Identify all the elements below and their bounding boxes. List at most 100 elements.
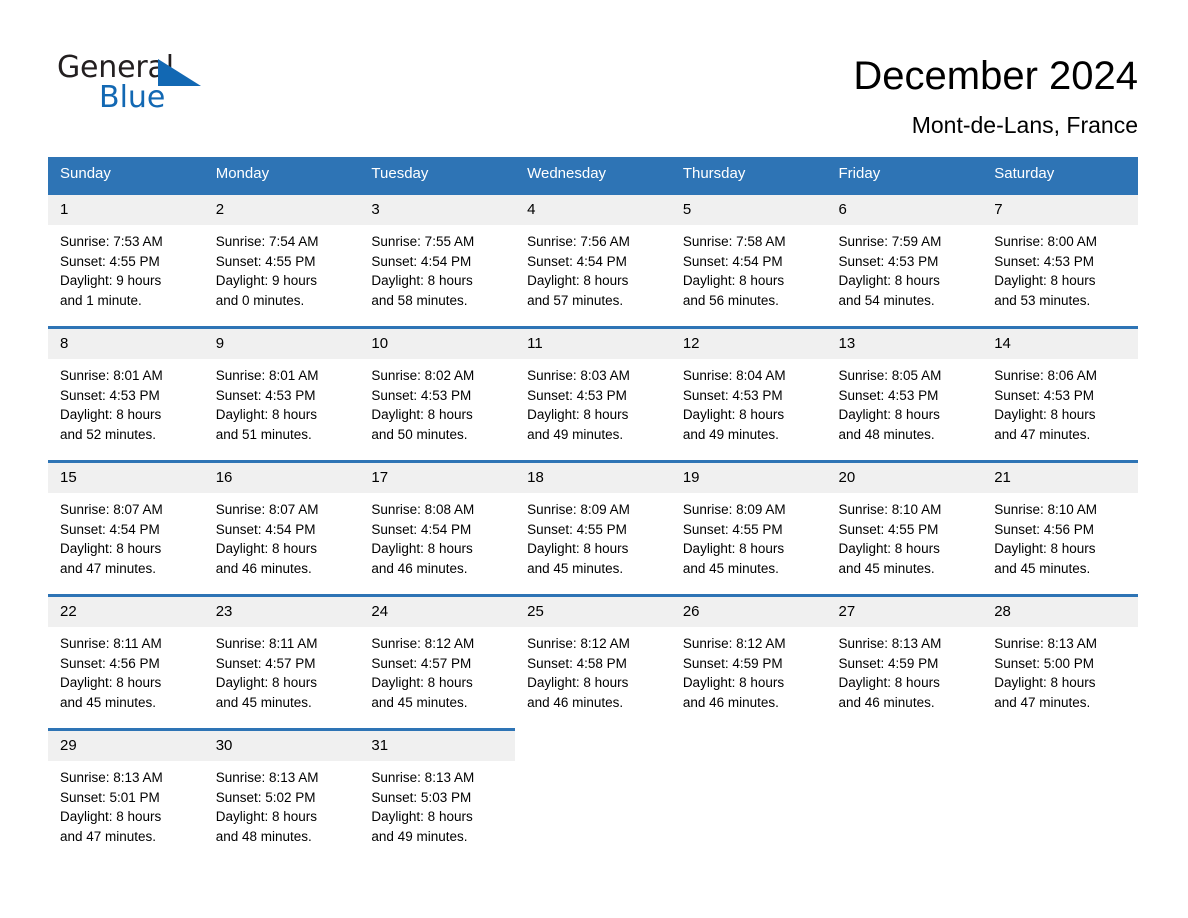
day-number: 8 <box>48 329 204 359</box>
daylight-text-line1: Daylight: 8 hours <box>215 809 318 824</box>
day-info: Sunrise: 8:13 AM Sunset: 5:03 PM Daylight:… <box>359 761 515 846</box>
daylight-text-line2: and 53 minutes. <box>994 292 1091 308</box>
calendar-day-cell[interactable]: 24 Sunrise: 8:12 AM Sunset: 4:57 PM Dayligh… <box>359 594 516 730</box>
calendar-day-cell[interactable]: 3 Sunrise: 7:55 AM Sunset: 4:54 PM Daylight… <box>359 192 516 328</box>
daylight-text-line1: Daylight: 8 hours <box>371 407 473 422</box>
daylight-text-line1: Daylight: 8 hours <box>682 273 785 288</box>
sunset-text: Sunset: 4:53 PM <box>682 387 783 403</box>
daylight-text-line2: and 46 minutes. <box>215 560 312 576</box>
day-number: 21 <box>982 463 1138 493</box>
daylight-text-line2: and 58 minutes. <box>371 292 468 308</box>
calendar-day-cell[interactable]: 22 Sunrise: 8:11 AM Sunset: 4:56 PM Dayligh… <box>48 594 204 730</box>
calendar-day-cell[interactable]: 16 Sunrise: 8:07 AM Sunset: 4:54 PM Dayligh… <box>203 460 360 596</box>
calendar-day-cell[interactable]: 14 Sunrise: 8:06 AM Sunset: 4:53 PM Dayligh… <box>982 326 1138 462</box>
calendar-day-cell[interactable]: 17 Sunrise: 8:08 AM Sunset: 4:54 PM Dayligh… <box>359 460 516 596</box>
sunrise-text: Sunrise: 8:10 AM <box>838 502 942 517</box>
sunrise-text: Sunrise: 8:01 AM <box>60 368 163 383</box>
daylight-text-line1: Daylight: 8 hours <box>527 273 629 288</box>
sunrise-text: Sunrise: 8:06 AM <box>994 368 1098 383</box>
daylight-text-line2: and 56 minutes. <box>682 292 779 308</box>
calendar-day-cell[interactable]: 21 Sunrise: 8:10 AM Sunset: 4:56 PM Dayligh… <box>982 460 1138 596</box>
daylight-text-line1: Daylight: 8 hours <box>60 675 162 690</box>
daylight-text-line2: and 54 minutes. <box>838 292 935 308</box>
daylight-text-line2: and 47 minutes. <box>994 426 1091 442</box>
day-info: Sunrise: 8:03 AM Sunset: 4:53 PM Daylight:… <box>515 359 671 444</box>
day-number: 28 <box>982 597 1138 627</box>
calendar-day-cell[interactable]: 7 Sunrise: 8:00 AM Sunset: 4:53 PM Daylight… <box>982 192 1138 328</box>
sunrise-text: Sunrise: 8:13 AM <box>215 770 319 785</box>
sunset-text: Sunset: 4:54 PM <box>215 521 316 537</box>
day-number: 24 <box>359 597 516 627</box>
calendar-table: Sunday Monday Tuesday Wednesday Thursday… <box>48 157 1138 864</box>
sunset-text: Sunset: 4:56 PM <box>60 655 160 671</box>
calendar-day-cell[interactable]: 20 Sunrise: 8:10 AM Sunset: 4:55 PM Dayligh… <box>826 460 983 596</box>
daylight-text-line1: Daylight: 8 hours <box>60 407 162 422</box>
sunset-text: Sunset: 4:54 PM <box>682 253 783 269</box>
title-block: December 2024 Mont-de-Lans, France <box>853 50 1138 140</box>
day-info: Sunrise: 8:13 AM Sunset: 5:01 PM Daylight:… <box>48 761 204 846</box>
day-info: Sunrise: 8:07 AM Sunset: 4:54 PM Daylight:… <box>48 493 204 578</box>
day-number: 23 <box>203 597 360 627</box>
calendar-day-cell[interactable]: 1 Sunrise: 7:53 AM Sunset: 4:55 PM Daylight… <box>48 192 204 328</box>
daylight-text-line1: Daylight: 8 hours <box>994 273 1096 288</box>
calendar-day-cell[interactable]: 12 Sunrise: 8:04 AM Sunset: 4:53 PM Dayligh… <box>670 326 827 462</box>
calendar-day-cell[interactable]: 8 Sunrise: 8:01 AM Sunset: 4:53 PM Daylight… <box>48 326 204 462</box>
calendar-day-cell[interactable]: 10 Sunrise: 8:02 AM Sunset: 4:53 PM Dayligh… <box>359 326 516 462</box>
day-info: Sunrise: 7:54 AM Sunset: 4:55 PM Daylight:… <box>204 225 360 310</box>
daylight-text-line1: Daylight: 9 hours <box>215 273 318 288</box>
day-number: 29 <box>48 731 204 761</box>
sunrise-text: Sunrise: 8:07 AM <box>215 502 319 517</box>
calendar-day-cell[interactable]: 2 Sunrise: 7:54 AM Sunset: 4:55 PM Daylight… <box>203 192 360 328</box>
generalblue-logo[interactable]: General Blue <box>57 50 207 118</box>
calendar-day-cell-empty <box>515 728 671 864</box>
calendar-day-cell[interactable]: 25 Sunrise: 8:12 AM Sunset: 4:58 PM Dayligh… <box>515 594 671 730</box>
sunset-text: Sunset: 4:55 PM <box>682 521 783 537</box>
day-number: 5 <box>670 195 827 225</box>
calendar-day-cell[interactable]: 30 Sunrise: 8:13 AM Sunset: 5:02 PM Dayligh… <box>203 728 360 864</box>
daylight-text-line2: and 45 minutes. <box>682 560 779 576</box>
daylight-text-line1: Daylight: 8 hours <box>838 407 940 422</box>
daylight-text-line2: and 51 minutes. <box>215 426 312 442</box>
calendar-day-cell[interactable]: 11 Sunrise: 8:03 AM Sunset: 4:53 PM Dayligh… <box>515 326 671 462</box>
calendar-day-cell[interactable]: 31 Sunrise: 8:13 AM Sunset: 5:03 PM Dayligh… <box>359 728 516 864</box>
day-number: 17 <box>359 463 516 493</box>
calendar-day-cell[interactable]: 5 Sunrise: 7:58 AM Sunset: 4:54 PM Daylight… <box>670 192 827 328</box>
calendar-day-cell[interactable]: 9 Sunrise: 8:01 AM Sunset: 4:53 PM Daylight… <box>203 326 360 462</box>
calendar-day-cell[interactable]: 15 Sunrise: 8:07 AM Sunset: 4:54 PM Dayligh… <box>48 460 204 596</box>
calendar-head: Sunday Monday Tuesday Wednesday Thursday… <box>48 157 1138 194</box>
day-number: 13 <box>826 329 983 359</box>
sunset-text: Sunset: 4:56 PM <box>994 521 1095 537</box>
day-info: Sunrise: 7:59 AM Sunset: 4:53 PM Daylight:… <box>827 225 983 310</box>
day-number: 25 <box>515 597 671 627</box>
calendar-day-cell[interactable]: 6 Sunrise: 7:59 AM Sunset: 4:53 PM Daylight… <box>826 192 983 328</box>
day-number <box>515 731 671 761</box>
calendar-day-cell[interactable]: 18 Sunrise: 8:09 AM Sunset: 4:55 PM Dayligh… <box>515 460 671 596</box>
calendar-day-cell[interactable]: 28 Sunrise: 8:13 AM Sunset: 5:00 PM Dayligh… <box>982 594 1138 730</box>
daylight-text-line1: Daylight: 8 hours <box>527 407 629 422</box>
daylight-text-line2: and 48 minutes. <box>838 426 935 442</box>
weekday-header-saturday: Saturday <box>982 157 1138 194</box>
day-info: Sunrise: 8:12 AM Sunset: 4:58 PM Daylight:… <box>515 627 671 712</box>
sunset-text: Sunset: 4:54 PM <box>371 521 472 537</box>
day-info: Sunrise: 8:05 AM Sunset: 4:53 PM Daylight:… <box>827 359 983 444</box>
sunset-text: Sunset: 4:55 PM <box>527 521 627 537</box>
calendar-day-cell[interactable]: 26 Sunrise: 8:12 AM Sunset: 4:59 PM Dayligh… <box>670 594 827 730</box>
day-info <box>982 761 1138 768</box>
day-number: 15 <box>48 463 204 493</box>
calendar-wrapper: Sunday Monday Tuesday Wednesday Thursday… <box>0 157 1188 864</box>
calendar-day-cell[interactable]: 27 Sunrise: 8:13 AM Sunset: 4:59 PM Dayligh… <box>826 594 983 730</box>
sunrise-text: Sunrise: 8:03 AM <box>527 368 630 383</box>
sunrise-text: Sunrise: 7:59 AM <box>838 234 942 249</box>
day-info: Sunrise: 8:01 AM Sunset: 4:53 PM Daylight:… <box>204 359 360 444</box>
calendar-day-cell[interactable]: 19 Sunrise: 8:09 AM Sunset: 4:55 PM Dayligh… <box>670 460 827 596</box>
sunrise-text: Sunrise: 8:07 AM <box>60 502 163 517</box>
sunset-text: Sunset: 4:59 PM <box>682 655 783 671</box>
sunset-text: Sunset: 4:53 PM <box>838 253 939 269</box>
sunset-text: Sunset: 4:54 PM <box>371 253 472 269</box>
calendar-day-cell[interactable]: 23 Sunrise: 8:11 AM Sunset: 4:57 PM Dayligh… <box>203 594 360 730</box>
calendar-day-cell[interactable]: 29 Sunrise: 8:13 AM Sunset: 5:01 PM Dayligh… <box>48 728 204 864</box>
daylight-text-line1: Daylight: 8 hours <box>371 541 473 556</box>
calendar-day-cell[interactable]: 4 Sunrise: 7:56 AM Sunset: 4:54 PM Daylight… <box>515 192 671 328</box>
calendar-week-row: 22 Sunrise: 8:11 AM Sunset: 4:56 PM Dayligh… <box>48 594 1138 730</box>
calendar-day-cell[interactable]: 13 Sunrise: 8:05 AM Sunset: 4:53 PM Dayligh… <box>826 326 983 462</box>
